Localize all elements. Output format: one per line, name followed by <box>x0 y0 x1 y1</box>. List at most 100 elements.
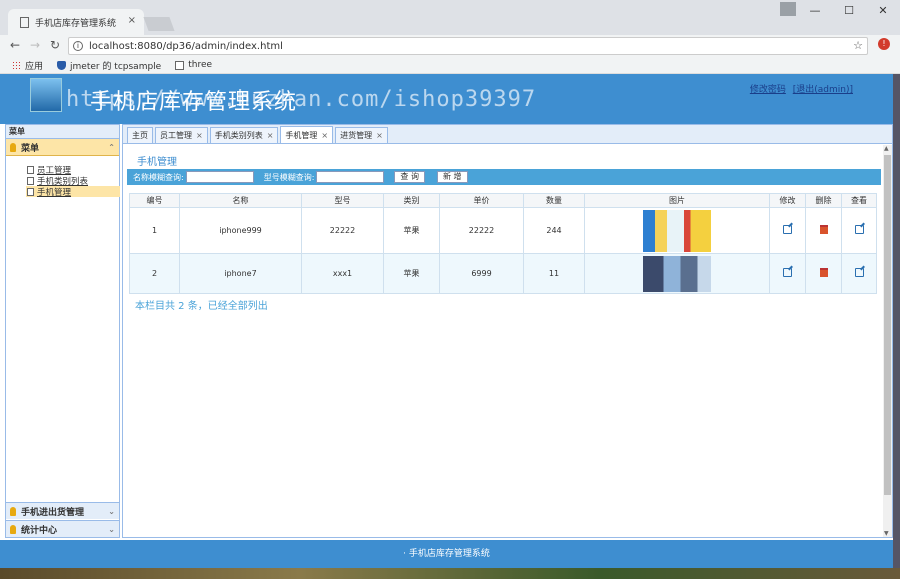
reload-icon[interactable]: ↻ <box>50 38 60 52</box>
table-header-row: 编号 名称 型号 类别 单价 数量 图片 修改 删除 查看 <box>129 193 877 208</box>
col-price: 单价 <box>439 193 524 208</box>
cell-price: 6999 <box>439 253 524 294</box>
bookmark-star-icon[interactable]: ☆ <box>853 39 863 52</box>
add-button[interactable]: 新 增 <box>436 171 468 183</box>
sidebar-item-phone-categories[interactable]: 手机类别列表 <box>26 175 120 187</box>
model-search-input[interactable] <box>316 171 385 183</box>
sidebar-group-label: 手机进出货管理 <box>21 507 85 518</box>
cell-view <box>841 207 877 254</box>
minimize-button[interactable]: — <box>798 0 832 22</box>
view-icon[interactable] <box>854 268 864 277</box>
bookmark-jmeter[interactable]: jmeter 的 tcpsample <box>57 59 161 72</box>
bookmark-label: jmeter 的 tcpsample <box>70 61 162 72</box>
trash-icon[interactable] <box>819 268 828 277</box>
col-edit: 修改 <box>769 193 806 208</box>
cell-edit <box>769 253 806 294</box>
phone-image <box>643 209 711 252</box>
url-input[interactable]: i localhost:8080/dp36/admin/index.html ☆ <box>68 37 868 55</box>
sidebar-group-stock[interactable]: 手机进出货管理 ⌄ <box>6 502 119 519</box>
cell-qty: 11 <box>523 253 585 294</box>
bookmark-label: three <box>188 60 213 70</box>
change-password-link[interactable]: 修改密码 <box>750 85 786 95</box>
cell-view <box>841 253 877 294</box>
section-title: 手机管理 <box>137 157 177 168</box>
bulb-icon <box>10 524 16 534</box>
cell-edit <box>769 207 806 254</box>
forward-icon[interactable]: → <box>30 38 40 52</box>
scroll-up-icon[interactable]: ▲ <box>884 145 889 152</box>
tab-label: 进货管理 <box>340 131 373 140</box>
bookmark-three[interactable]: three <box>175 60 212 70</box>
scroll-down-icon[interactable]: ▼ <box>884 530 889 537</box>
cell-model: xxx1 <box>301 253 384 294</box>
tab-phone-categories[interactable]: 手机类别列表 × <box>209 127 279 143</box>
col-image: 图片 <box>584 193 770 208</box>
name-search-input[interactable] <box>185 171 254 183</box>
col-qty: 数量 <box>523 193 585 208</box>
view-icon[interactable] <box>854 225 864 234</box>
tab-employees[interactable]: 员工管理 × <box>155 127 208 143</box>
col-name: 名称 <box>179 193 302 208</box>
vertical-scrollbar[interactable]: ▲ ▼ <box>883 145 892 537</box>
main-panel: 主页 员工管理 × 手机类别列表 × 手机管理 × 进货管理 × 手机管理 名称模糊查询… <box>122 124 893 538</box>
document-icon <box>27 187 34 196</box>
app-header: 手机店库存管理系统 https://www.huzhan.com/ishop39… <box>0 74 893 124</box>
sidebar-tree: 员工管理 手机类别列表 手机管理 <box>6 156 120 198</box>
close-window-button[interactable]: ✕ <box>866 0 900 22</box>
bulb-icon <box>10 142 16 152</box>
logout-link[interactable]: [退出(admin)] <box>793 85 853 95</box>
bookmarks-bar: 应用 jmeter 的 tcpsample three <box>0 57 900 74</box>
shield-icon <box>57 60 67 70</box>
desktop-background <box>0 568 900 579</box>
back-icon[interactable]: ← <box>10 38 20 52</box>
close-icon[interactable]: × <box>267 131 274 140</box>
tab-home[interactable]: 主页 <box>127 127 153 143</box>
col-id: 编号 <box>129 193 180 208</box>
model-search-label: 型号模糊查询: <box>263 172 315 182</box>
browser-tab[interactable]: 手机店库存管理系统 × <box>8 9 144 35</box>
sidebar-item-phone-management[interactable]: 手机管理 <box>26 186 120 198</box>
new-tab-button[interactable] <box>143 17 175 31</box>
extension-icon[interactable]: ! <box>878 38 890 50</box>
tab-close-icon[interactable]: × <box>128 15 136 26</box>
edit-icon[interactable] <box>783 225 792 234</box>
tab-label: 主页 <box>132 131 148 140</box>
document-icon <box>27 176 34 185</box>
col-delete: 删除 <box>805 193 842 208</box>
cell-name: iphone7 <box>179 253 302 294</box>
close-icon[interactable]: × <box>196 131 203 140</box>
cell-id: 1 <box>129 207 180 254</box>
scrollbar-thumb[interactable] <box>884 155 891 495</box>
chevron-down-icon[interactable]: ⌄ <box>108 507 115 516</box>
tab-phone-management[interactable]: 手机管理 × <box>280 126 334 143</box>
tab-stock-in[interactable]: 进货管理 × <box>335 127 388 143</box>
phone-table: 编号 名称 型号 类别 单价 数量 图片 修改 删除 查看 1 iphone99… <box>129 193 877 294</box>
app-logo <box>30 78 62 112</box>
bulb-icon <box>10 506 16 516</box>
bookmark-label: 应用 <box>25 61 44 72</box>
close-icon[interactable]: × <box>376 131 383 140</box>
edit-icon[interactable] <box>783 268 792 277</box>
cell-image <box>584 253 770 294</box>
query-button[interactable]: 查 询 <box>394 171 425 183</box>
col-view: 查看 <box>841 193 877 208</box>
trash-icon[interactable] <box>819 225 828 234</box>
sidebar-group-stats[interactable]: 统计中心 ⌄ <box>6 520 119 537</box>
close-icon[interactable]: × <box>321 131 328 140</box>
maximize-button[interactable]: ☐ <box>832 0 866 22</box>
cell-name: iphone999 <box>179 207 302 254</box>
search-bar: 名称模糊查询: 型号模糊查询: 查 询 新 增 <box>127 169 881 185</box>
apps-icon <box>12 60 21 70</box>
chevron-down-icon[interactable]: ⌄ <box>108 525 115 534</box>
chevron-up-icon[interactable]: ⌃ <box>108 143 115 152</box>
sidebar-item-employees[interactable]: 员工管理 <box>26 164 120 176</box>
profile-icon[interactable] <box>780 2 796 16</box>
info-icon[interactable]: i <box>73 41 83 51</box>
page-icon <box>20 16 29 28</box>
sidebar-group-menu[interactable]: 菜单 ⌃ <box>6 139 119 156</box>
bookmark-apps[interactable]: 应用 <box>12 59 43 72</box>
cell-qty: 244 <box>523 207 585 254</box>
cell-category: 苹果 <box>383 207 440 254</box>
sidebar-item-label: 手机管理 <box>37 187 72 198</box>
header-links: 修改密码 [退出(admin)] <box>746 82 853 95</box>
